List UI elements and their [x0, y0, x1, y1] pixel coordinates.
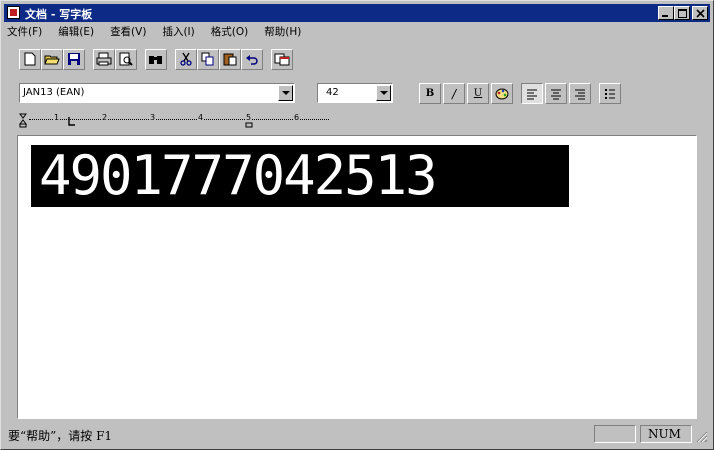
align-right-icon: [575, 89, 585, 99]
wordpad-window: 文档 - 写字板 文件(F) 编辑(E) 查看(V) 插入(I) 格式(O) 帮…: [0, 0, 714, 450]
ruler-mark: 2: [101, 113, 109, 122]
open-folder-icon: [44, 55, 60, 65]
ruler-mark: 6: [293, 113, 301, 122]
align-left-icon: [527, 89, 537, 99]
title-bar[interactable]: 文档 - 写字板: [4, 4, 710, 22]
undo-button[interactable]: [241, 48, 263, 70]
menu-edit[interactable]: 编辑(E): [56, 24, 96, 40]
align-left-button[interactable]: [521, 83, 543, 104]
new-button[interactable]: [19, 48, 41, 70]
font-size-value: 42: [326, 87, 339, 98]
right-indent-marker-icon[interactable]: [245, 113, 255, 129]
status-panel-blank: [594, 425, 636, 443]
cut-button[interactable]: [175, 48, 197, 70]
italic-label: /: [451, 86, 457, 101]
copy-button[interactable]: [197, 48, 219, 70]
bold-button[interactable]: B: [419, 83, 441, 104]
wordpad-app-icon[interactable]: [7, 6, 20, 19]
ruler-mark: 3: [149, 113, 157, 122]
print-preview-icon: [119, 52, 133, 66]
align-center-icon: [551, 89, 561, 99]
font-select[interactable]: JAN13 (EAN): [19, 83, 295, 103]
color-button[interactable]: [491, 83, 513, 104]
close-button[interactable]: [692, 6, 708, 20]
new-document-icon: [24, 52, 36, 66]
print-button[interactable]: [93, 48, 115, 70]
font-size-select[interactable]: 42: [317, 83, 393, 103]
document-area[interactable]: 4901777042513: [17, 135, 697, 419]
selected-barcode-text[interactable]: 4901777042513: [31, 145, 569, 207]
maximize-icon: [678, 9, 687, 18]
ruler-mark: 4: [197, 113, 205, 122]
underline-label: U: [473, 88, 483, 99]
find-button[interactable]: [145, 48, 167, 70]
num-lock-label: NUM: [648, 427, 681, 441]
bullets-button[interactable]: [599, 83, 621, 104]
bold-label: B: [425, 88, 435, 99]
italic-button[interactable]: /: [443, 83, 465, 104]
menu-insert[interactable]: 插入(I): [160, 24, 196, 40]
minimize-button[interactable]: [658, 6, 674, 20]
size-dropdown-arrow-icon[interactable]: [376, 85, 391, 101]
caption-buttons: [658, 6, 708, 20]
underline-button[interactable]: U: [467, 83, 489, 104]
menu-format[interactable]: 格式(O): [209, 24, 250, 40]
color-palette-icon: [495, 88, 509, 99]
font-dropdown-arrow-icon[interactable]: [278, 85, 293, 101]
ruler-mark: 1: [53, 113, 61, 122]
open-button[interactable]: [41, 48, 63, 70]
standard-toolbar: [19, 47, 293, 71]
align-right-button[interactable]: [569, 83, 591, 104]
bullet-list-icon: [605, 88, 615, 99]
menu-view[interactable]: 查看(V): [108, 24, 148, 40]
save-disk-icon: [68, 53, 80, 65]
cut-scissors-icon: [180, 52, 192, 66]
undo-icon: [246, 55, 258, 65]
menu-bar: 文件(F) 编辑(E) 查看(V) 插入(I) 格式(O) 帮助(H): [5, 24, 303, 40]
paste-button[interactable]: [219, 48, 241, 70]
maximize-button[interactable]: [674, 6, 690, 20]
ruler[interactable]: 1 2 3 4 5 6: [19, 113, 619, 129]
find-binoculars-icon: [149, 56, 162, 64]
num-lock-indicator: NUM: [640, 425, 692, 443]
status-help-text: 要“帮助”，请按 F1: [8, 429, 113, 443]
font-name-value: JAN13 (EAN): [23, 87, 85, 98]
menu-help[interactable]: 帮助(H): [262, 24, 303, 40]
status-bar: 要“帮助”，请按 F1 NUM: [4, 423, 710, 445]
tab-stop-icon[interactable]: [67, 113, 77, 127]
format-buttons: B / U: [419, 83, 621, 104]
menu-file[interactable]: 文件(F): [5, 24, 44, 40]
align-center-button[interactable]: [545, 83, 567, 104]
copy-icon: [201, 52, 214, 66]
date-time-icon: [274, 53, 290, 66]
save-button[interactable]: [63, 48, 85, 70]
print-icon: [96, 52, 112, 66]
print-preview-button[interactable]: [115, 48, 137, 70]
resize-grip-icon[interactable]: [696, 431, 708, 443]
window-title: 文档 - 写字板: [25, 8, 93, 21]
insert-date-time-button[interactable]: [271, 48, 293, 70]
close-icon: [696, 9, 705, 18]
minimize-icon: [662, 15, 668, 17]
paste-icon: [223, 53, 237, 66]
